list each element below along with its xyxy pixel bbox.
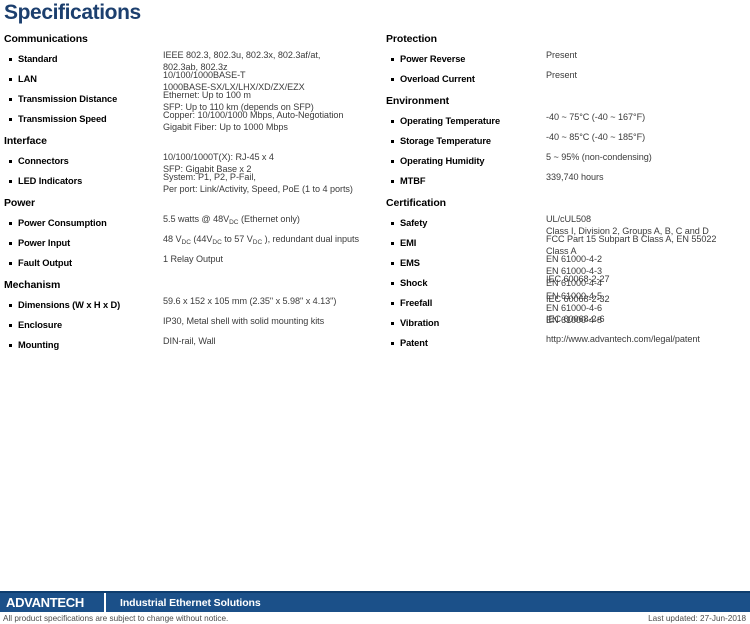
spec-row-label: EMI [386, 237, 416, 249]
spec-row-value: 5 ~ 95% (non-condensing) [546, 152, 652, 162]
spec-row: LAN 10/100/1000BASE-T 1000BASE-SX/LX/LHX/… [4, 69, 380, 92]
spec-row-label: Dimensions (W x H x D) [4, 299, 120, 311]
spec-row: Patent http://www.advantech.com/legal/pat… [386, 333, 750, 353]
spec-row-label: Fault Output [4, 257, 72, 269]
spec-row: Mounting DIN-rail, Wall [4, 335, 380, 355]
spec-row-label: LAN [4, 73, 37, 85]
spec-row: LED Indicators System: P1, P2, P-Fail, Pe… [4, 171, 380, 194]
spec-row-value: IP30, Metal shell with solid mounting ki… [163, 316, 325, 326]
spec-row-value: 1 Relay Output [163, 254, 223, 264]
spec-row: Standard IEEE 802.3, 802.3u, 802.3x, 802.… [4, 49, 380, 72]
spec-row-label: MTBF [386, 175, 426, 187]
spec-group: Power Power Consumption 5.5 watts @ 48VDC … [4, 191, 380, 273]
spec-row-label: EMS [386, 257, 420, 269]
spec-row-value: Present [546, 50, 577, 60]
spec-row-label: Freefall [386, 297, 432, 309]
spec-row: MTBF 339,740 hours [386, 171, 750, 191]
spec-row-label: Power Reverse [386, 53, 465, 65]
spec-row: Operating Temperature -40 ~ 75°C (-40 ~ 1… [386, 111, 750, 131]
spec-row: EMS EN 61000-4-2 EN 61000-4-3 EN 61000-4-… [386, 253, 750, 325]
spec-row: Overload Current Present [386, 69, 750, 89]
spec-row: Shock IEC 60068-2-27 [386, 273, 750, 293]
spec-row-value: IEC 60068-2-6 [546, 314, 605, 324]
spec-group-title: Certification [386, 197, 446, 209]
spec-row-label: Transmission Distance [4, 93, 117, 105]
spec-row-label: Mounting [4, 339, 59, 351]
spec-row: Freefall IEC 60068-2-32 [386, 293, 750, 313]
spec-row: Safety UL/cUL508 Class I, Division 2, Gro… [386, 213, 750, 236]
spec-row-label: Vibration [386, 317, 439, 329]
spec-group: Protection Power Reverse Present Overload C… [386, 33, 750, 89]
spec-row-label: Enclosure [4, 319, 62, 331]
spec-row: Connectors 10/100/1000T(X): RJ-45 x 4 SFP… [4, 151, 380, 174]
spec-row-label: Shock [386, 277, 428, 289]
spec-row: Power Consumption 5.5 watts @ 48VDC (Ethe… [4, 213, 380, 233]
spec-group: Certification Safety UL/cUL508 Class I, Di… [386, 191, 750, 353]
spec-row-label: Patent [386, 337, 428, 349]
spec-row-label: Overload Current [386, 73, 475, 85]
spec-row-label: Operating Temperature [386, 115, 500, 127]
spec-row: Vibration IEC 60068-2-6 [386, 313, 750, 333]
spec-row-value: Copper: 10/100/1000 Mbps, Auto-Negotiati… [163, 110, 344, 133]
spec-group: Interface Connectors 10/100/1000T(X): RJ-4… [4, 129, 380, 194]
spec-row-label: Power Input [4, 237, 70, 249]
spec-row: Transmission Distance Ethernet: Up to 100… [4, 89, 380, 112]
footer-bar: ADVANTECH Industrial Ethernet Solutions [0, 593, 750, 612]
spec-row-label: Transmission Speed [4, 113, 107, 125]
spec-row-value: Present [546, 70, 577, 80]
spec-row-label: Storage Temperature [386, 135, 491, 147]
spec-group-title: Protection [386, 33, 437, 45]
right-column: Protection Power Reverse Present Overload C… [386, 33, 750, 353]
spec-group-title: Mechanism [4, 279, 61, 291]
spec-row-value: 59.6 x 152 x 105 mm (2.35" x 5.98" x 4.1… [163, 296, 337, 306]
spec-row-value: DIN-rail, Wall [163, 336, 216, 346]
spec-row-value: http://www.advantech.com/legal/patent [546, 334, 700, 344]
spec-row: Dimensions (W x H x D) 59.6 x 152 x 105 m… [4, 295, 380, 315]
spec-row-value: -40 ~ 75°C (-40 ~ 167°F) [546, 112, 646, 122]
spec-row: EMI FCC Part 15 Subpart B Class A, EN 550… [386, 233, 750, 256]
spec-row-label: Connectors [4, 155, 69, 167]
spec-group: Environment Operating Temperature -40 ~ 75… [386, 89, 750, 191]
spec-row-value: System: P1, P2, P-Fail, Per port: Link/A… [163, 172, 353, 195]
spec-row-value: 5.5 watts @ 48VDC (Ethernet only) [163, 214, 300, 226]
spec-row: Transmission Speed Copper: 10/100/1000 Mb… [4, 109, 380, 132]
spec-row-value: IEC 60068-2-27 [546, 274, 610, 284]
spec-group: Mechanism Dimensions (W x H x D) 59.6 x 15… [4, 273, 380, 355]
spec-group-title: Environment [386, 95, 450, 107]
spec-group-title: Communications [4, 33, 88, 45]
spec-row: Storage Temperature -40 ~ 85°C (-40 ~ 185… [386, 131, 750, 151]
spec-row-label: Power Consumption [4, 217, 107, 229]
spec-row: Fault Output 1 Relay Output [4, 253, 380, 273]
spec-row: Operating Humidity 5 ~ 95% (non-condensin… [386, 151, 750, 171]
spec-row: Enclosure IP30, Metal shell with solid mo… [4, 315, 380, 335]
footer-disclaimer: All product specifications are subject t… [3, 614, 229, 623]
spec-row-label: Standard [4, 53, 58, 65]
spec-row-value: 48 VDC (44VDC to 57 VDC ), redundant dua… [163, 234, 359, 246]
spec-row-label: LED Indicators [4, 175, 82, 187]
left-column: Communications Standard IEEE 802.3, 802.3u… [4, 33, 380, 355]
footer-last-updated: Last updated: 27-Jun-2018 [648, 614, 746, 623]
spec-row: Power Input 48 VDC (44VDC to 57 VDC ), re… [4, 233, 380, 253]
spec-row-label: Operating Humidity [386, 155, 485, 167]
spec-row: Power Reverse Present [386, 49, 750, 69]
spec-group: Communications Standard IEEE 802.3, 802.3u… [4, 33, 380, 132]
spec-row-value: -40 ~ 85°C (-40 ~ 185°F) [546, 132, 646, 142]
spec-row-value: IEC 60068-2-32 [546, 294, 610, 304]
footer-tagline: Industrial Ethernet Solutions [120, 596, 261, 609]
spec-row-value: 339,740 hours [546, 172, 604, 182]
advantech-logo: ADVANTECH [6, 594, 84, 610]
spec-row-label: Safety [386, 217, 427, 229]
page-title: Specifications [4, 1, 141, 24]
